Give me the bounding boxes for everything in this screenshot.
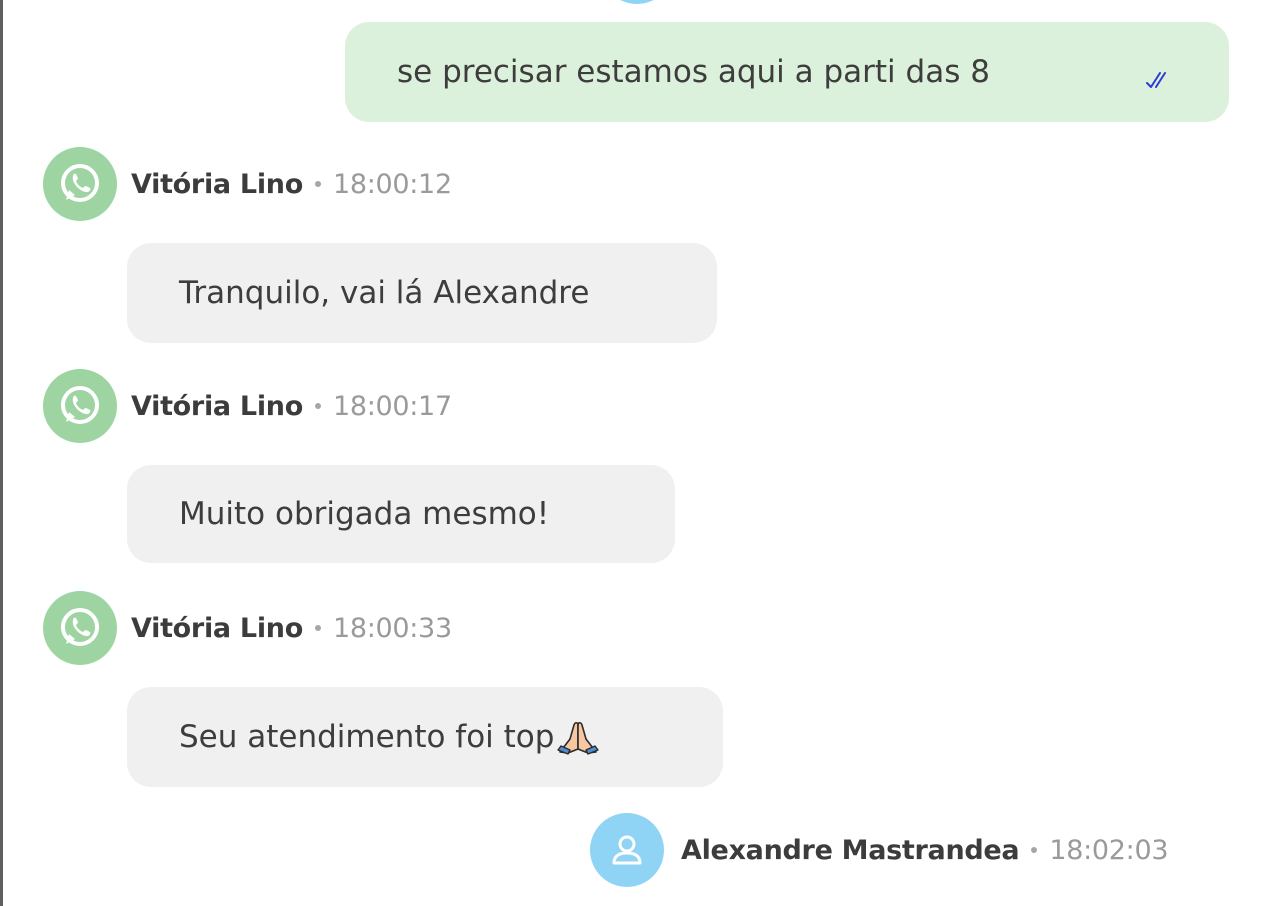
sent-message-bubble[interactable]: se precisar estamos aqui a parti das 8 <box>345 22 1229 122</box>
received-message-bubble[interactable]: Seu atendimento foi top <box>127 687 723 787</box>
sender-name: Alexandre Mastrandea <box>681 834 1020 866</box>
whatsapp-icon <box>61 164 99 202</box>
sender-name: Vitória Lino <box>131 390 303 422</box>
separator-dot <box>314 625 321 631</box>
message-text: Tranquilo, vai lá Alexandre <box>179 275 590 311</box>
user-icon <box>612 835 642 865</box>
contact-avatar[interactable] <box>43 369 117 443</box>
separator-dot <box>314 403 321 409</box>
message-timestamp: 18:00:17 <box>332 390 452 422</box>
contact-avatar[interactable] <box>43 591 117 665</box>
message-text: Seu atendimento foi top <box>179 719 555 755</box>
folded-hands-emoji <box>556 719 600 755</box>
sender-name: Vitória Lino <box>131 168 303 200</box>
separator-dot <box>314 181 321 187</box>
whatsapp-icon <box>61 386 99 424</box>
received-message-bubble[interactable]: Muito obrigada mesmo! <box>127 465 675 563</box>
received-message-bubble[interactable]: Tranquilo, vai lá Alexandre <box>127 243 717 343</box>
contact-avatar[interactable] <box>43 147 117 221</box>
agent-avatar[interactable] <box>590 813 664 887</box>
separator-dot <box>1031 847 1038 853</box>
agent-avatar-partial <box>600 0 674 4</box>
sender-name: Vitória Lino <box>131 612 303 644</box>
message-header: Vitória Lino 18:00:17 <box>43 369 452 443</box>
chat-conversation: se precisar estamos aqui a parti das 8 V… <box>0 0 1268 906</box>
message-timestamp: 18:02:03 <box>1049 834 1169 866</box>
double-check-icon <box>1145 60 1171 88</box>
whatsapp-icon <box>61 608 99 646</box>
message-header: Vitória Lino 18:00:33 <box>43 591 452 665</box>
message-timestamp: 18:00:33 <box>332 612 452 644</box>
message-header: Alexandre Mastrandea 18:02:03 <box>590 813 1169 887</box>
message-timestamp: 18:00:12 <box>332 168 452 200</box>
message-header: Vitória Lino 18:00:12 <box>43 147 452 221</box>
panel-border <box>0 0 3 906</box>
message-text: se precisar estamos aqui a parti das 8 <box>397 54 990 90</box>
message-text: Muito obrigada mesmo! <box>179 496 550 532</box>
